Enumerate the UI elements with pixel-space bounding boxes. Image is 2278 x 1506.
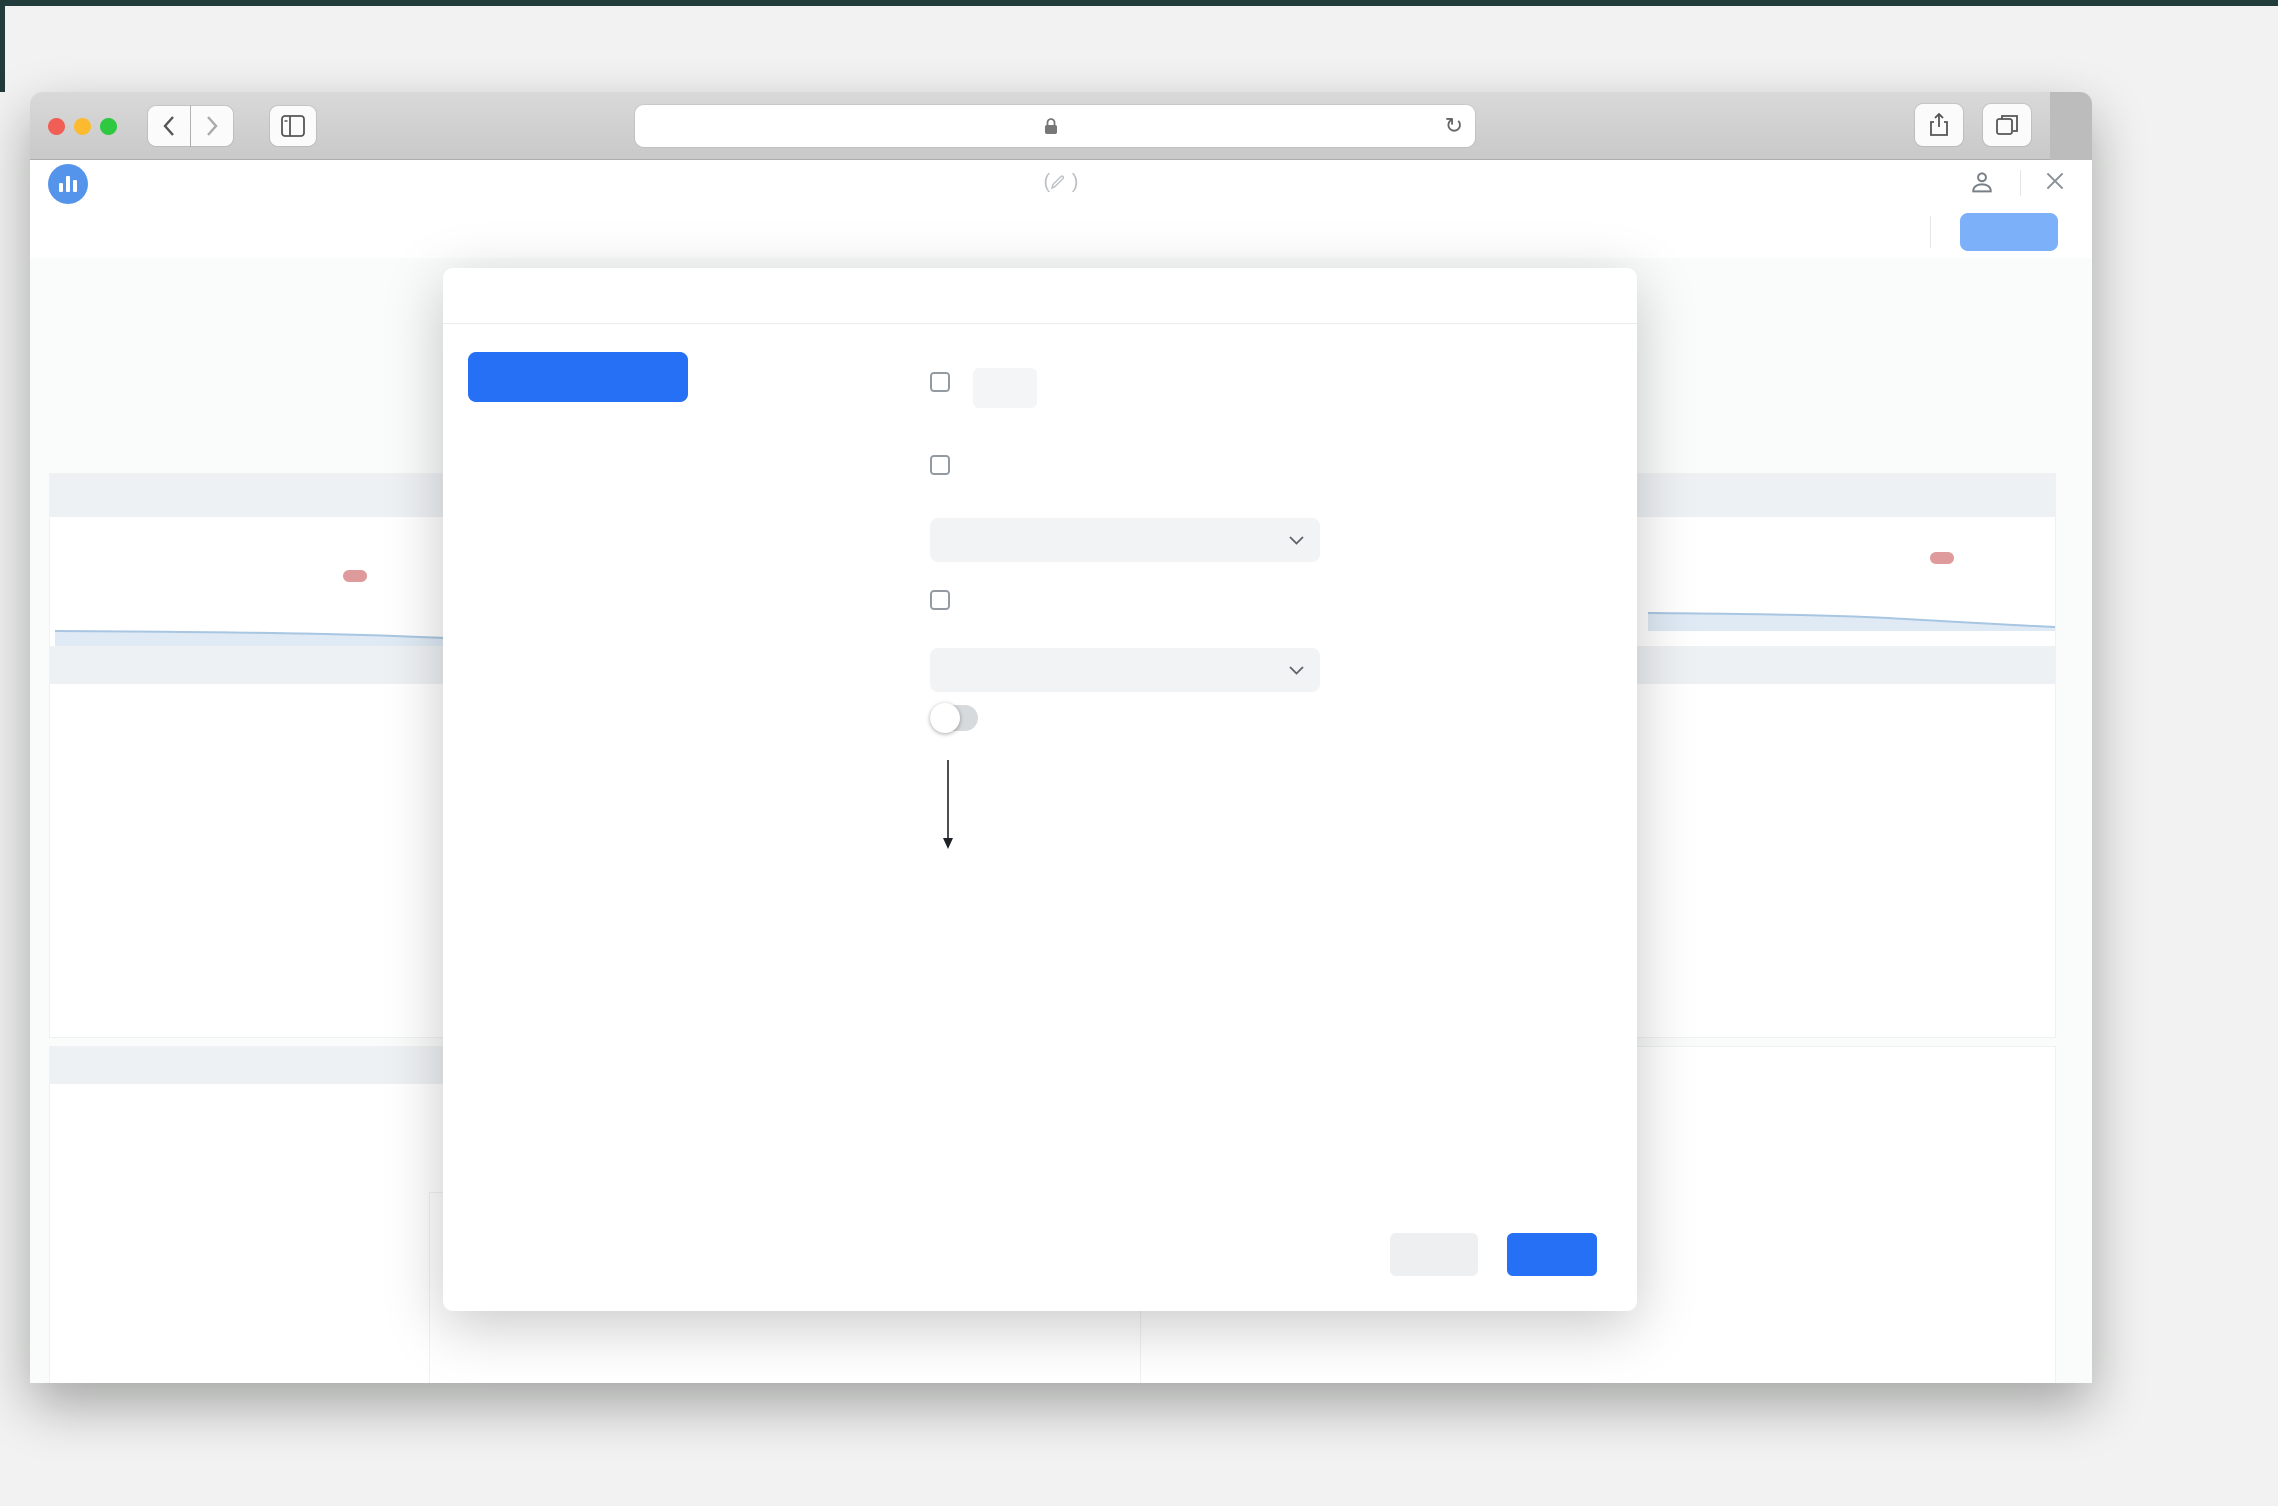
menu-divider	[2020, 170, 2021, 196]
close-dossier-icon[interactable]	[2042, 168, 2068, 199]
execution-mode-select[interactable]	[930, 518, 1320, 562]
maximize-traffic-light[interactable]	[100, 118, 117, 135]
reload-icon[interactable]: ↻	[1445, 113, 1463, 139]
editing-status: ( )	[1044, 171, 1079, 193]
toolbar-divider	[1930, 216, 1931, 248]
canvas-left-edge	[0, 0, 5, 92]
modal-header-divider	[443, 323, 1637, 324]
ok-button[interactable]	[1507, 1233, 1597, 1276]
cancel-button[interactable]	[1390, 1233, 1478, 1276]
dashboard-properties-modal	[443, 268, 1637, 1311]
refresh-checkbox[interactable]	[930, 372, 950, 392]
annotation-arrow	[938, 760, 958, 850]
pencil-icon	[1050, 174, 1066, 190]
filter-description-toggle[interactable]	[930, 705, 978, 731]
minimize-traffic-light[interactable]	[74, 118, 91, 135]
share-icon[interactable]	[1915, 104, 1963, 146]
tabs-overview-icon[interactable]	[1983, 104, 2031, 146]
chevron-down-icon	[1289, 536, 1304, 545]
browser-window: ↻ ( )	[30, 92, 2092, 1383]
save-button[interactable]	[1960, 213, 2058, 251]
kpi-delta-badge	[1930, 552, 1954, 564]
refresh-seconds-input[interactable]	[973, 368, 1037, 408]
modal-tab-general[interactable]	[468, 352, 688, 402]
document-title: ( )	[30, 171, 2092, 194]
url-bar[interactable]: ↻	[635, 105, 1475, 147]
view-in-library-select[interactable]	[930, 648, 1320, 692]
back-button[interactable]	[148, 106, 190, 146]
refresh-text	[963, 368, 1573, 408]
toggle-knob	[930, 703, 960, 733]
browser-toolbar: ↻	[30, 92, 2092, 160]
canvas-top-edge	[0, 0, 2278, 6]
lock-icon	[1044, 117, 1058, 135]
close-traffic-light[interactable]	[48, 118, 65, 135]
new-tab-button[interactable]	[2050, 92, 2092, 160]
app-toolbar	[30, 206, 2092, 258]
sidebar-icon[interactable]	[270, 106, 316, 146]
account-icon[interactable]	[1968, 168, 1996, 201]
optimize-memory-checkbox[interactable]	[930, 590, 950, 610]
chevron-down-icon	[1289, 666, 1304, 675]
forward-button[interactable]	[191, 106, 233, 146]
join-behavior-checkbox[interactable]	[930, 455, 950, 475]
kpi-area-sparkline	[1648, 608, 2055, 631]
kpi-delta-badge	[343, 570, 367, 582]
app-menu-bar: ( )	[30, 160, 2092, 206]
